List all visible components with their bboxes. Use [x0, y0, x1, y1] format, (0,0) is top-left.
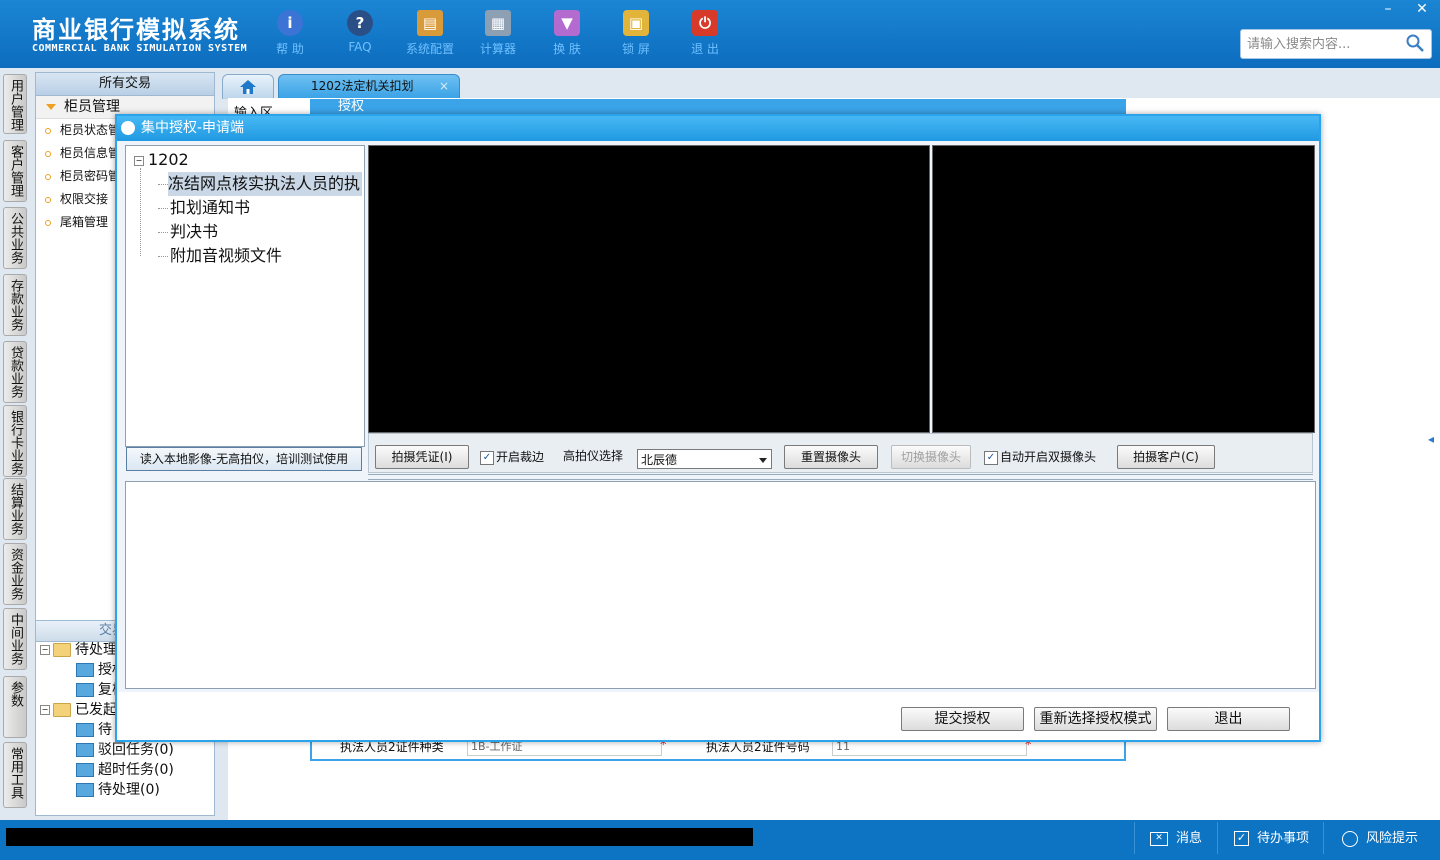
question-icon: ? — [347, 10, 373, 36]
chat-bubble-icon — [1342, 830, 1358, 847]
exit-app-button[interactable]: ⏻ 退 出 — [675, 8, 735, 60]
folder-icon — [76, 743, 94, 757]
divider — [1134, 822, 1135, 854]
central-authorization-dialog: 集中授权-申请端 −1202 冻结网点核实执法人员的执 扣划通知书 判决书 附加… — [115, 114, 1321, 742]
nav-settlement-business[interactable]: 结算业务 — [3, 478, 27, 540]
scanner-select-label: 高拍仪选择 — [563, 449, 624, 463]
nav-deposit-business[interactable]: 存款业务 — [3, 274, 27, 336]
minimize-button[interactable]: – — [1372, 0, 1404, 18]
toolbox-icon: ▤ — [417, 10, 443, 36]
auto-crop-label: 开启裁边 — [496, 450, 545, 464]
search-input[interactable] — [1245, 30, 1399, 58]
nav-public-business[interactable]: 公共业务 — [3, 207, 27, 269]
tree-node-waiting[interactable]: 待 — [76, 720, 112, 740]
mail-icon: ✕ — [1150, 831, 1168, 846]
tab-bar: 1202法定机关扣划 × — [216, 72, 1440, 99]
calculator-icon: ▦ — [485, 10, 511, 36]
chevron-down-icon — [759, 458, 767, 463]
search-box — [1240, 29, 1432, 59]
divider — [1323, 822, 1324, 854]
tree-item-freeze-verify[interactable]: 冻结网点核实执法人员的执 — [168, 172, 363, 196]
power-icon: ⏻ — [692, 10, 718, 36]
calculator-button[interactable]: ▦ 计算器 — [468, 8, 528, 60]
authorize-section-title: 授权 — [310, 99, 1126, 115]
folder-icon — [76, 683, 94, 697]
close-window-button[interactable]: ✕ — [1406, 0, 1438, 18]
messages-button[interactable]: ✕ 消息 — [1150, 828, 1202, 850]
status-bar: ✕ 消息 ✓ 待办事项 风险提示 — [0, 820, 1440, 860]
divider — [1217, 822, 1218, 854]
tree-node-initiated[interactable]: − 已发起 — [40, 700, 117, 720]
switch-camera-button[interactable]: 切换摄像头 — [891, 445, 971, 469]
tree-node-rejected[interactable]: 驳回任务(0) — [76, 740, 174, 760]
tree-item-deduction-notice[interactable]: 扣划通知书 — [170, 196, 250, 220]
folder-icon — [53, 703, 71, 717]
tree-item-av-files[interactable]: 附加音视频文件 — [170, 244, 282, 268]
nav-customer-management[interactable]: 客户管理 — [3, 140, 27, 202]
help-button[interactable]: i 帮 助 — [260, 8, 320, 60]
nav-common-tools[interactable]: 常用工具 — [3, 742, 27, 808]
home-icon — [240, 80, 256, 94]
app-subtitle: COMMERCIAL BANK SIMULATION SYSTEM — [32, 43, 248, 54]
collapse-icon[interactable]: − — [40, 645, 50, 655]
collapse-icon[interactable]: − — [40, 705, 50, 715]
image-list-area — [125, 481, 1316, 689]
info-icon: i — [277, 10, 303, 36]
tree-node-timeout[interactable]: 超时任务(0) — [76, 760, 174, 780]
shirt-icon: ▼ — [554, 10, 580, 36]
status-message-area — [6, 828, 753, 846]
nav-intermediate-business[interactable]: 中间业务 — [3, 608, 27, 670]
nav-loan-business[interactable]: 贷款业务 — [3, 341, 27, 403]
reset-camera-button[interactable]: 重置摄像头 — [784, 445, 878, 469]
nav-fund-business[interactable]: 资金业务 — [3, 543, 27, 605]
folder-icon — [76, 783, 94, 797]
tree-root-1202[interactable]: −1202 — [134, 148, 189, 172]
dual-camera-checkbox[interactable]: ✓ — [984, 451, 998, 465]
checkbox-icon: ✓ — [1234, 831, 1249, 846]
close-tab-icon[interactable]: × — [439, 75, 449, 97]
read-local-image-button[interactable]: 读入本地影像-无高拍仪，培训测试使用 — [126, 447, 362, 471]
app-header: 商业银行模拟系统 COMMERCIAL BANK SIMULATION SYST… — [0, 0, 1440, 68]
auto-crop-checkbox[interactable]: ✓ — [480, 451, 494, 465]
camera-controls: 拍摄凭证(I) ✓ 开启裁边 高拍仪选择 北辰德 重置摄像头 切换摄像头 ✓ 自… — [368, 433, 1313, 473]
collapse-icon[interactable]: − — [134, 155, 144, 166]
submit-authorization-button[interactable]: 提交授权 — [901, 707, 1024, 731]
tree-node-pending-zero[interactable]: 待处理(0) — [76, 780, 160, 800]
document-tree: −1202 冻结网点核实执法人员的执 扣划通知书 判决书 附加音视频文件 — [125, 145, 365, 447]
faq-button[interactable]: ? FAQ — [330, 8, 390, 60]
folder-icon — [53, 643, 71, 657]
dialog-app-icon — [121, 121, 135, 135]
tree-node-pending[interactable]: − 待处理 — [40, 640, 117, 660]
app-title: 商业银行模拟系统 — [32, 16, 240, 44]
search-icon[interactable] — [1405, 33, 1425, 53]
dual-camera-label: 自动开启双摄像头 — [1000, 450, 1097, 464]
tree-item-judgment[interactable]: 判决书 — [170, 220, 218, 244]
change-skin-button[interactable]: ▼ 换 肤 — [537, 8, 597, 60]
collapse-arrow-icon[interactable]: ◂ — [1428, 432, 1438, 456]
folder-icon — [76, 763, 94, 777]
customer-camera-view — [932, 145, 1315, 433]
scanner-select[interactable]: 北辰德 — [637, 449, 772, 469]
dialog-footer: 提交授权 重新选择授权模式 退出 — [117, 692, 1319, 740]
capture-voucher-button[interactable]: 拍摄凭证(I) — [375, 445, 469, 469]
lock-screen-button[interactable]: ▣ 锁 屏 — [606, 8, 666, 60]
document-camera-view — [368, 145, 930, 433]
exit-dialog-button[interactable]: 退出 — [1167, 707, 1290, 731]
tab-1202-legal-deduction[interactable]: 1202法定机关扣划 × — [278, 74, 460, 98]
dialog-title: 集中授权-申请端 — [117, 116, 1319, 141]
system-config-button[interactable]: ▤ 系统配置 — [400, 8, 460, 60]
nav-user-management[interactable]: 用户管理 — [3, 74, 27, 134]
risk-alert-button[interactable]: 风险提示 — [1342, 828, 1418, 850]
todo-button[interactable]: ✓ 待办事项 — [1234, 828, 1309, 850]
tab-home[interactable] — [222, 74, 274, 99]
all-transactions-header: 所有交易 — [36, 73, 214, 96]
folder-icon — [76, 723, 94, 737]
folder-icon — [76, 663, 94, 677]
nav-bank-card-business[interactable]: 银行卡业务 — [3, 405, 27, 477]
nav-parameters[interactable]: 参数 — [3, 676, 27, 738]
divider — [368, 474, 1313, 480]
reselect-mode-button[interactable]: 重新选择授权模式 — [1034, 707, 1157, 731]
lock-icon: ▣ — [623, 10, 649, 36]
capture-customer-button[interactable]: 拍摄客户(C) — [1117, 445, 1215, 469]
